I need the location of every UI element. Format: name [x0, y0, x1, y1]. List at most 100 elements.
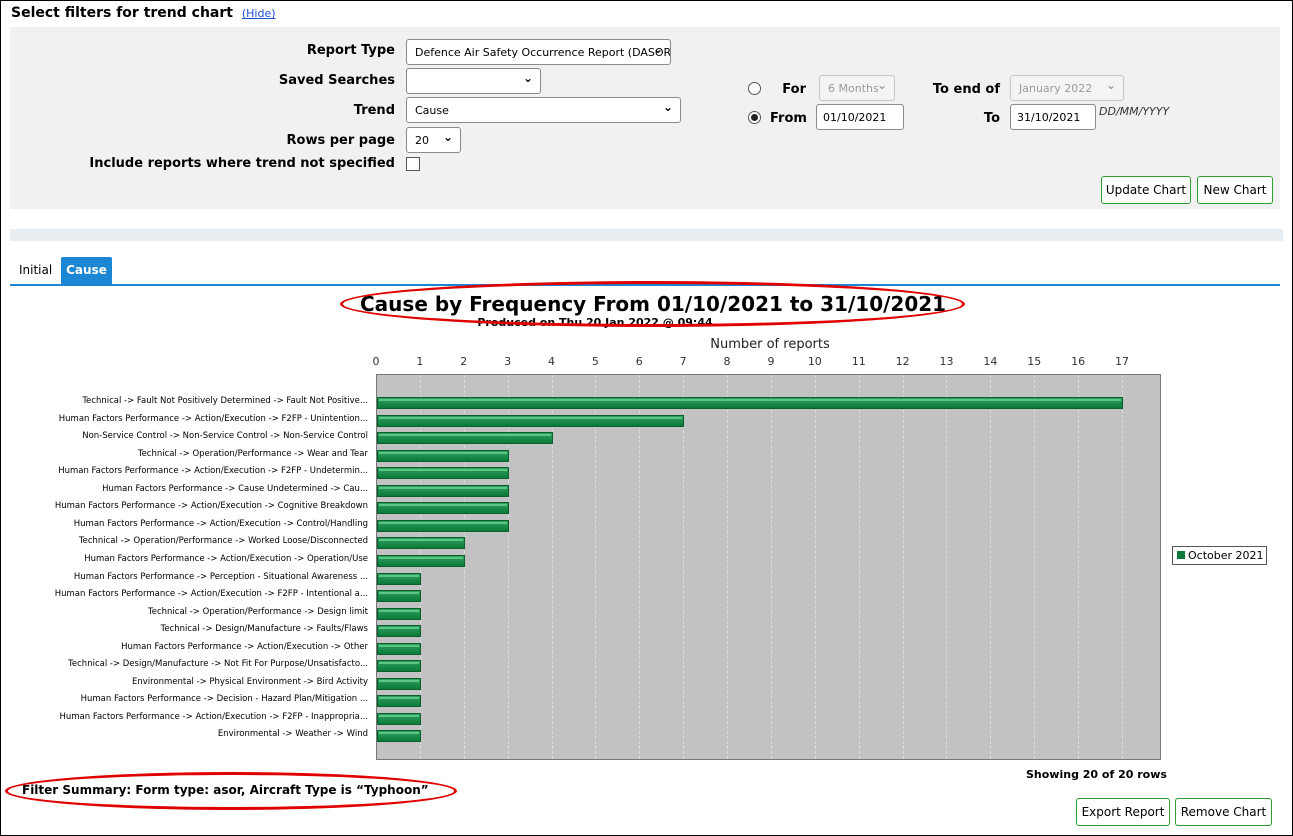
bar[interactable] [377, 519, 509, 532]
bar[interactable] [377, 712, 421, 725]
chevron-down-icon: ⌄ [652, 42, 663, 56]
bar[interactable] [377, 607, 421, 620]
bar[interactable] [377, 590, 421, 603]
grid-line [1078, 375, 1080, 759]
x-axis-title: Number of reports [710, 337, 830, 352]
chart-legend: October 2021 [1172, 546, 1267, 565]
grid-line [990, 375, 992, 759]
x-tick-label: 12 [895, 355, 910, 368]
bar[interactable] [377, 660, 421, 673]
tab-underline [10, 284, 1280, 286]
x-tick-label: 15 [1027, 355, 1042, 368]
x-tick-label: 11 [851, 355, 866, 368]
rows-per-page-label: Rows per page [286, 133, 395, 148]
bar[interactable] [377, 432, 553, 445]
y-category-label: Human Factors Performance -> Decision - … [80, 694, 368, 705]
grid-line [858, 375, 860, 759]
include-unspecified-checkbox[interactable] [406, 157, 420, 171]
hide-filters-link[interactable]: (Hide) [242, 7, 276, 20]
bar[interactable] [377, 467, 509, 480]
rows-per-page-value: 20 [415, 134, 429, 147]
grid-line [683, 375, 685, 759]
for-radio[interactable] [748, 82, 761, 95]
grid-line [639, 375, 641, 759]
tab-initial[interactable]: Initial [19, 263, 52, 277]
to-label: To [983, 111, 1000, 126]
export-report-button[interactable]: Export Report [1076, 798, 1170, 826]
chevron-down-icon: ⌄ [662, 100, 673, 114]
y-category-label: Human Factors Performance -> Action/Exec… [73, 518, 368, 529]
bar[interactable] [377, 695, 421, 708]
grid-line [770, 375, 772, 759]
y-category-label: Technical -> Design/Manufacture -> Not F… [68, 659, 368, 670]
bar[interactable] [377, 502, 509, 515]
bar[interactable] [377, 397, 1123, 409]
to-date-input[interactable]: 31/10/2021 [1010, 104, 1096, 130]
filter-summary: Filter Summary: Form type: asor, Aircraf… [22, 783, 429, 797]
y-category-label: Human Factors Performance -> Perception … [73, 571, 368, 582]
tab-cause[interactable]: Cause [61, 257, 112, 284]
for-label: For [782, 82, 806, 97]
y-category-label: Human Factors Performance -> Action/Exec… [59, 711, 368, 722]
x-tick-label: 10 [807, 355, 822, 368]
new-chart-button[interactable]: New Chart [1197, 176, 1273, 204]
filters-title: Select filters for trend chart [11, 5, 233, 21]
grid-line [1034, 375, 1036, 759]
saved-searches-select[interactable]: ⌄ [406, 68, 541, 94]
from-radio[interactable] [748, 111, 761, 124]
y-category-label: Human Factors Performance -> Action/Exec… [58, 413, 368, 424]
x-tick-label: 4 [548, 355, 556, 368]
chart-subtitle: Produced on Thu 20 Jan 2022 @ 09:44 [477, 316, 713, 329]
trend-select[interactable]: Cause ⌄ [406, 97, 681, 123]
report-type-label: Report Type [306, 43, 395, 58]
grid-line [814, 375, 816, 759]
y-category-label: Technical -> Operation/Performance -> We… [137, 448, 368, 459]
legend-swatch [1177, 551, 1185, 559]
y-category-label: Human Factors Performance -> Action/Exec… [54, 501, 368, 512]
remove-chart-button[interactable]: Remove Chart [1175, 798, 1272, 826]
chart-title: Cause by Frequency From 01/10/2021 to 31… [360, 292, 947, 316]
legend-label: October 2021 [1188, 549, 1264, 562]
saved-searches-label: Saved Searches [278, 73, 395, 88]
y-category-label: Human Factors Performance -> Action/Exec… [58, 466, 368, 477]
grid-line [595, 375, 597, 759]
section-divider [10, 229, 1283, 241]
x-tick-label: 3 [504, 355, 512, 368]
grid-line [1122, 375, 1123, 759]
bar[interactable] [377, 537, 465, 550]
bar[interactable] [377, 572, 421, 585]
from-label: From [770, 111, 807, 126]
from-date-input[interactable]: 01/10/2021 [816, 104, 904, 130]
bar[interactable] [377, 642, 421, 655]
bar[interactable] [377, 484, 509, 497]
y-category-label: Human Factors Performance -> Action/Exec… [54, 589, 368, 600]
bar[interactable] [377, 625, 421, 638]
x-tick-label: 9 [767, 355, 775, 368]
chevron-down-icon: ⌄ [1105, 78, 1116, 92]
x-tick-label: 7 [679, 355, 687, 368]
bar[interactable] [377, 554, 465, 567]
report-type-select[interactable]: Defence Air Safety Occurrence Report (DA… [406, 39, 671, 65]
include-unspecified-label: Include reports where trend not specifie… [89, 156, 395, 171]
y-category-label: Human Factors Performance -> Action/Exec… [121, 641, 368, 652]
bar[interactable] [377, 414, 685, 427]
to-end-of-select[interactable]: January 2022 ⌄ [1010, 75, 1124, 101]
date-format-hint: DD/MM/YYYY [1099, 105, 1170, 118]
x-tick-label: 1 [416, 355, 424, 368]
grid-line [727, 375, 729, 759]
filters-heading: Select filters for trend chart (Hide) [11, 5, 276, 21]
y-category-label: Technical -> Operation/Performance -> De… [148, 606, 368, 617]
bar[interactable] [377, 449, 509, 462]
y-category-label: Non-Service Control -> Non-Service Contr… [82, 431, 368, 442]
bar[interactable] [377, 677, 421, 690]
x-tick-label: 14 [983, 355, 998, 368]
update-chart-button[interactable]: Update Chart [1101, 176, 1191, 204]
report-type-value: Defence Air Safety Occurrence Report (DA… [415, 46, 671, 59]
to-end-of-value: January 2022 [1019, 82, 1093, 95]
for-period-select[interactable]: 6 Months ⌄ [819, 75, 895, 101]
bar[interactable] [377, 730, 421, 743]
rows-per-page-select[interactable]: 20 ⌄ [406, 127, 461, 153]
y-category-label: Human Factors Performance -> Cause Undet… [102, 483, 368, 494]
to-end-of-label: To end of [932, 82, 1000, 97]
x-tick-label: 16 [1071, 355, 1086, 368]
